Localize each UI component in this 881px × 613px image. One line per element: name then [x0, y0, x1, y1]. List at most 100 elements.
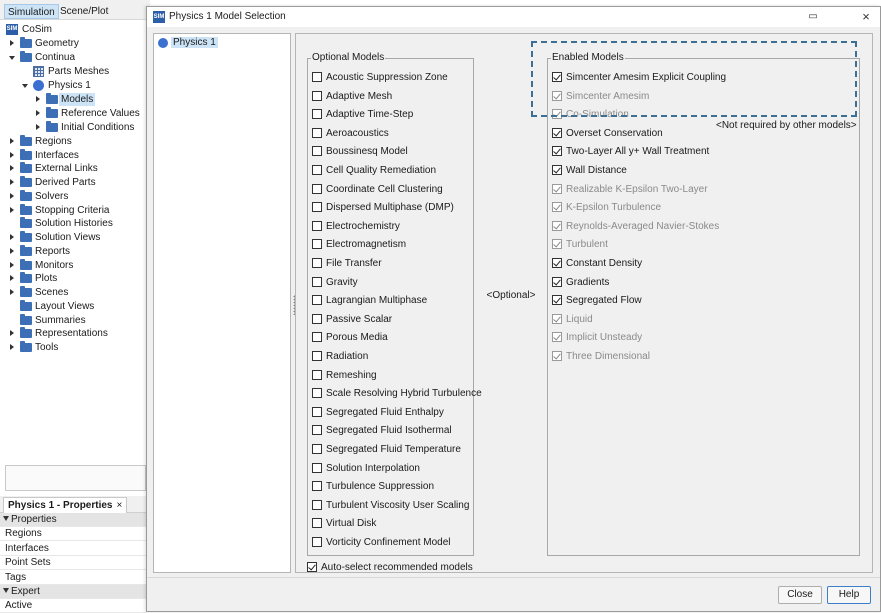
optional-model-checkbox[interactable]	[312, 239, 322, 250]
tab-physics-properties[interactable]: Physics 1 - Properties ×	[3, 497, 128, 513]
expand-arrow-icon[interactable]	[10, 207, 14, 213]
enabled-model-checkbox[interactable]	[552, 276, 562, 287]
optional-model-checkbox[interactable]	[312, 425, 322, 436]
expand-arrow-icon[interactable]	[10, 193, 14, 199]
tree-item-reference-values[interactable]: Reference Values	[0, 107, 140, 120]
optional-model-checkbox[interactable]	[312, 109, 322, 120]
expand-arrow-icon[interactable]	[10, 344, 14, 350]
dialog-close-icon[interactable]: ×	[859, 10, 873, 24]
expand-arrow-icon[interactable]	[10, 330, 14, 336]
expand-arrow-icon[interactable]	[10, 248, 14, 254]
expand-arrow-icon[interactable]	[10, 165, 14, 171]
property-row-regions[interactable]: Regions	[0, 527, 146, 541]
property-row-point-sets[interactable]: Point Sets	[0, 556, 146, 570]
optional-model-checkbox[interactable]	[312, 183, 322, 194]
tab-simulation[interactable]: Simulation	[4, 4, 59, 19]
tree-item-representations[interactable]: Representations	[0, 327, 140, 340]
help-button[interactable]: Help	[827, 586, 871, 604]
tree-item-continua[interactable]: Continua	[0, 51, 140, 64]
enabled-model-checkbox[interactable]	[552, 295, 562, 306]
tree-item-solvers[interactable]: Solvers	[0, 190, 140, 203]
enabled-model-checkbox[interactable]	[552, 258, 562, 268]
tree-item-regions[interactable]: Regions	[0, 135, 140, 148]
tree-item-solution-histories[interactable]: Solution Histories	[0, 217, 140, 230]
optional-model-checkbox[interactable]	[312, 90, 322, 101]
tree-item-tools[interactable]: Tools	[0, 341, 140, 354]
tree-item-layout-views[interactable]: Layout Views	[0, 300, 140, 313]
folder-icon	[20, 217, 32, 228]
property-row-interfaces[interactable]: Interfaces	[0, 542, 146, 556]
expand-arrow-icon[interactable]	[10, 275, 14, 281]
tree-item-initial-conditions[interactable]: Initial Conditions	[0, 121, 146, 134]
tree-item-derived-parts[interactable]: Derived Parts	[0, 176, 140, 189]
enabled-model-checkbox[interactable]	[552, 72, 562, 82]
optional-model-checkbox[interactable]	[312, 313, 322, 324]
expert-section-header[interactable]: Expert	[0, 585, 146, 599]
optional-model-checkbox[interactable]	[312, 406, 322, 417]
property-row-tags[interactable]: Tags	[0, 571, 146, 585]
collapse-arrow-icon[interactable]	[9, 56, 15, 60]
tree-item-reports[interactable]: Reports	[0, 245, 140, 258]
restore-window-icon[interactable]: ▭	[807, 11, 819, 22]
optional-model-checkbox[interactable]	[312, 351, 322, 361]
optional-model-checkbox[interactable]	[312, 444, 322, 454]
optional-model-checkbox[interactable]	[312, 127, 322, 138]
tree-item-geometry[interactable]: Geometry	[0, 37, 140, 50]
close-icon[interactable]: ×	[117, 500, 123, 511]
optional-model-checkbox[interactable]	[312, 518, 322, 529]
tree-item-interfaces[interactable]: Interfaces	[0, 149, 140, 162]
optional-model-checkbox[interactable]	[312, 202, 322, 213]
property-row-active[interactable]: Active	[0, 599, 146, 613]
expand-arrow-icon[interactable]	[36, 110, 40, 116]
optional-model-checkbox[interactable]	[312, 165, 322, 175]
tab-scene-plot[interactable]: Scene/Plot	[57, 4, 111, 19]
expand-arrow-icon[interactable]	[10, 262, 14, 268]
expand-arrow-icon[interactable]	[10, 152, 14, 158]
optional-model-checkbox[interactable]	[312, 499, 322, 510]
optional-model-checkbox[interactable]	[312, 295, 322, 306]
optional-model-checkbox[interactable]	[312, 332, 322, 343]
tree-item-parts-meshes[interactable]: Parts Meshes	[0, 65, 140, 78]
tree-horizontal-scrollbar[interactable]	[5, 465, 146, 491]
enabled-model-checkbox[interactable]	[552, 127, 562, 138]
collapse-caret-icon	[3, 588, 9, 593]
optional-model-checkbox[interactable]	[312, 146, 322, 157]
optional-model-checkbox[interactable]	[312, 72, 322, 82]
tree-item-external-links[interactable]: External Links	[0, 162, 140, 175]
optional-model-checkbox[interactable]	[312, 258, 322, 268]
tree-item-models[interactable]: Models	[0, 93, 140, 106]
collapse-arrow-icon[interactable]	[22, 84, 28, 88]
expand-arrow-icon[interactable]	[10, 179, 14, 185]
enabled-model-label: Wall Distance	[566, 165, 627, 176]
expand-arrow-icon[interactable]	[10, 40, 14, 46]
optional-model-checkbox[interactable]	[312, 537, 322, 547]
optional-model-label: Boussinesq Model	[326, 146, 408, 158]
list-item-physics-1[interactable]: Physics 1	[156, 36, 221, 50]
optional-model-checkbox[interactable]	[312, 220, 322, 231]
optional-models-title: Optional Models	[311, 52, 386, 64]
enabled-model-checkbox[interactable]	[552, 146, 562, 157]
optional-model-checkbox[interactable]	[312, 462, 322, 473]
tree-item-stopping-criteria[interactable]: Stopping Criteria	[0, 204, 140, 217]
tree-item-scenes[interactable]: Scenes	[0, 286, 140, 299]
expand-arrow-icon[interactable]	[10, 234, 14, 240]
expand-arrow-icon[interactable]	[36, 124, 40, 130]
optional-model-checkbox[interactable]	[312, 369, 322, 380]
tree-item-plots[interactable]: Plots	[0, 272, 140, 285]
folder-icon	[20, 327, 32, 338]
close-button[interactable]: Close	[778, 586, 822, 604]
expand-arrow-icon[interactable]	[10, 138, 14, 144]
tree-item-summaries[interactable]: Summaries	[0, 314, 140, 327]
tree-item-monitors[interactable]: Monitors	[0, 259, 140, 272]
expand-arrow-icon[interactable]	[10, 289, 14, 295]
optional-model-checkbox[interactable]	[312, 481, 322, 492]
properties-section-header[interactable]: Properties	[0, 513, 146, 527]
enabled-model-checkbox[interactable]	[552, 165, 562, 175]
optional-model-checkbox[interactable]	[312, 276, 322, 287]
tree-item-physics-1[interactable]: Physics 1	[0, 79, 140, 92]
expand-arrow-icon[interactable]	[36, 96, 40, 102]
tree-item-solution-views[interactable]: Solution Views	[0, 231, 140, 244]
optional-model-checkbox[interactable]	[312, 388, 322, 399]
folder-icon	[46, 121, 58, 132]
auto-select-checkbox[interactable]	[307, 562, 317, 572]
